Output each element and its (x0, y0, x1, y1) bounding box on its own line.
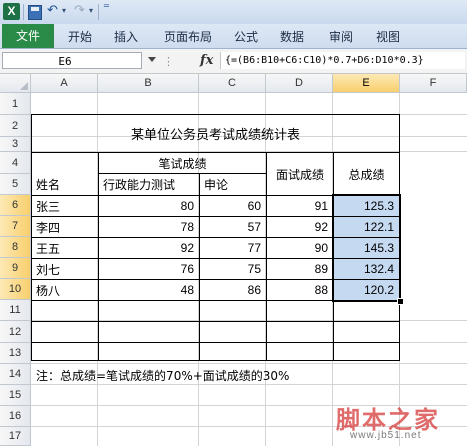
column-header-f[interactable]: F (400, 74, 467, 93)
toolbar-separator (23, 4, 24, 20)
site-watermark-url: www.jb51.net (350, 430, 422, 441)
column-header-a[interactable]: A (31, 74, 98, 93)
cell-essay[interactable]: 57 (200, 217, 266, 237)
row-header-12[interactable]: 12 (0, 321, 31, 343)
table-title[interactable]: 某单位公务员考试成绩统计表 (32, 115, 399, 152)
tab-page-layout[interactable]: 页面布局 (158, 26, 218, 48)
row-header-15[interactable]: 15 (0, 385, 31, 406)
redo-dropdown-icon[interactable]: ▾ (89, 6, 93, 15)
header-total-score[interactable]: 总成绩 (334, 153, 399, 195)
cell-admin[interactable]: 80 (99, 196, 199, 216)
column-header-e[interactable]: E (333, 74, 400, 93)
header-written-score[interactable]: 笔试成绩 (99, 153, 266, 173)
cell-interview[interactable]: 91 (267, 196, 333, 216)
row-header-8[interactable]: 8 (0, 237, 31, 258)
tab-file[interactable]: 文件 (2, 24, 54, 48)
active-cell-border (332, 194, 401, 302)
customize-toolbar-icon[interactable]: ⁼ (103, 1, 110, 16)
formula-bar-grip[interactable]: ⋮ (163, 55, 174, 68)
row-header-5[interactable]: 5 (0, 174, 31, 195)
header-name[interactable]: 姓名 (32, 174, 98, 195)
tab-view[interactable]: 视图 (370, 26, 406, 48)
tab-home[interactable]: 开始 (62, 26, 98, 48)
cell-interview[interactable]: 90 (267, 238, 333, 258)
cell-name[interactable]: 刘七 (32, 259, 98, 279)
name-box-dropdown-icon[interactable] (148, 57, 156, 62)
row-header-13[interactable]: 13 (0, 343, 31, 364)
insert-function-icon[interactable]: fx (200, 53, 213, 68)
cell-admin[interactable]: 48 (99, 280, 199, 300)
row-header-16[interactable]: 16 (0, 406, 31, 427)
cell-essay[interactable]: 60 (200, 196, 266, 216)
ribbon-tab-bar: 文件 开始 插入 页面布局 公式 数据 审阅 视图 (0, 24, 467, 49)
formula-bar: E6 ⋮ fx {=(B6:B10+C6:C10)*0.7+D6:D10*0.3… (0, 49, 467, 74)
undo-dropdown-icon[interactable]: ▾ (62, 6, 66, 15)
cell-admin[interactable]: 76 (99, 259, 199, 279)
footnote-cell[interactable]: 注：总成绩=笔试成绩的70%+面试成绩的30% (32, 365, 432, 385)
row-header-3[interactable]: 3 (0, 137, 31, 152)
row-header-4[interactable]: 4 (0, 152, 31, 174)
header-interview-score[interactable]: 面试成绩 (267, 153, 333, 195)
cell-essay[interactable]: 86 (200, 280, 266, 300)
cell-interview[interactable]: 89 (267, 259, 333, 279)
cell-essay[interactable]: 75 (200, 259, 266, 279)
cell-interview[interactable]: 88 (267, 280, 333, 300)
undo-icon[interactable]: ↶ (47, 3, 58, 18)
row-header-1[interactable]: 1 (0, 93, 31, 115)
header-admin-test[interactable]: 行政能力测试 (99, 174, 199, 195)
column-header-b[interactable]: B (98, 74, 199, 93)
row-header-11[interactable]: 11 (0, 300, 31, 321)
cell-admin[interactable]: 78 (99, 217, 199, 237)
excel-app-icon[interactable]: X (3, 3, 20, 20)
tab-data[interactable]: 数据 (274, 26, 310, 48)
cell-essay[interactable]: 77 (200, 238, 266, 258)
cell-name[interactable]: 张三 (32, 196, 98, 216)
row-header-2[interactable]: 2 (0, 115, 31, 137)
column-header-d[interactable]: D (266, 74, 333, 93)
cell-name[interactable]: 李四 (32, 217, 98, 237)
select-all-button[interactable] (0, 74, 31, 93)
redo-icon[interactable]: ↷ (74, 3, 85, 18)
cell-admin[interactable]: 92 (99, 238, 199, 258)
cell-interview[interactable]: 92 (267, 217, 333, 237)
row-header-9[interactable]: 9 (0, 258, 31, 279)
row-header-6[interactable]: 6 (0, 195, 31, 216)
formula-input[interactable]: {=(B6:B10+C6:C10)*0.7+D6:D10*0.3} (220, 52, 465, 69)
name-box[interactable]: E6 (2, 52, 142, 69)
tab-insert[interactable]: 插入 (108, 26, 144, 48)
quick-access-toolbar: X ↶ ▾ ↷ ▾ ⁼ (0, 0, 467, 24)
row-header-14[interactable]: 14 (0, 364, 31, 385)
tab-formulas[interactable]: 公式 (228, 26, 264, 48)
cell-name[interactable]: 王五 (32, 238, 98, 258)
toolbar-separator (98, 4, 99, 20)
row-header-10[interactable]: 10 (0, 279, 31, 300)
row-header-7[interactable]: 7 (0, 216, 31, 237)
save-icon[interactable] (28, 5, 42, 20)
fill-handle[interactable] (397, 298, 404, 305)
header-essay[interactable]: 申论 (200, 174, 266, 195)
row-header-17[interactable]: 17 (0, 427, 31, 446)
tab-review[interactable]: 审阅 (323, 26, 359, 48)
cell-name[interactable]: 杨八 (32, 280, 98, 300)
column-header-c[interactable]: C (199, 74, 266, 93)
